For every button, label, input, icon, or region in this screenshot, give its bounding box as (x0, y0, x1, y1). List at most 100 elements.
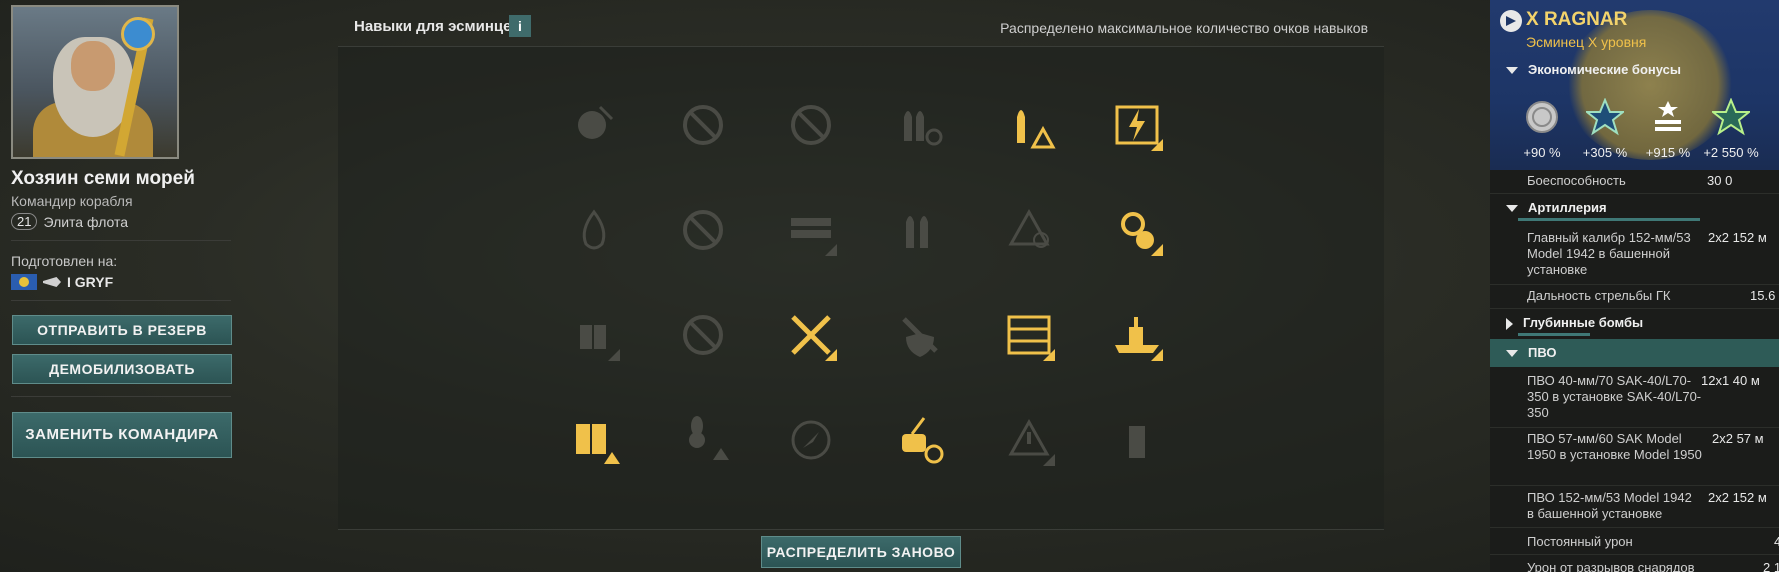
shell-warning-icon (1017, 110, 1056, 149)
replace-commander-button[interactable]: ЗАМЕНИТЬ КОМАНДИРА (12, 412, 232, 458)
shells-pair-icon (906, 216, 928, 248)
commander-portrait (11, 5, 179, 159)
commander-level-row: 21 Элита флота (11, 213, 128, 230)
stat-value: 2х2 57 м (1712, 431, 1764, 446)
commander-name: Хозяин семи морей (11, 168, 195, 189)
ship-name: X RAGNAR (1526, 9, 1628, 30)
stat-label: ПВО 152-мм/53 Model 1942 в башенной уста… (1527, 490, 1692, 521)
chevron-down-icon (1506, 67, 1518, 75)
warning-crosshair-icon (1008, 208, 1050, 248)
no-entry-icon (683, 105, 723, 145)
trained-ship-name: I GRYF (67, 274, 114, 290)
helm-propeller-skill[interactable] (1107, 200, 1167, 260)
aa-label: ПВО (1528, 345, 1557, 360)
bonus-free-xp: +2 550 % (1701, 97, 1761, 160)
skills-title: Навыки для эсминцев (354, 18, 521, 35)
radar-compass-skill[interactable] (781, 410, 841, 470)
stat-value: 4 (1774, 534, 1779, 549)
divider (11, 300, 231, 301)
economic-bonuses-header[interactable]: Экономические бонусы (1490, 58, 1779, 82)
demobilize-button[interactable]: ДЕМОБИЛИЗОВАТЬ (12, 354, 232, 384)
info-button[interactable]: i (509, 15, 531, 37)
grappling-gear-icon (578, 105, 614, 139)
grappling-gear-skill[interactable] (564, 95, 624, 155)
no-entry-skill[interactable] (673, 305, 733, 365)
bonus-value: +305 % (1582, 145, 1628, 160)
depth-charges-accent-line (1518, 333, 1590, 336)
divider (1490, 527, 1779, 528)
skill-corner-marker (608, 349, 620, 361)
skill-corner-marker (825, 244, 837, 256)
bonus-value: +90 % (1523, 145, 1561, 160)
trained-ship-row[interactable]: I GRYF (11, 274, 113, 290)
crossed-swords-skill[interactable] (781, 305, 841, 365)
chevron-down-icon (1506, 350, 1518, 358)
divider (1490, 485, 1779, 486)
torpedo-tubes-skill[interactable] (781, 200, 841, 260)
depth-charges-header[interactable]: Глубинные бомбы (1490, 311, 1779, 335)
flame-skill[interactable] (564, 200, 624, 260)
aa-header[interactable]: ПВО (1490, 339, 1779, 367)
no-entry-icon (683, 210, 723, 250)
stat-value: 2 1 (1763, 560, 1779, 572)
credits-icon (1526, 101, 1558, 133)
skill-corner-marker (825, 349, 837, 361)
bonus-value: +2 550 % (1703, 145, 1759, 160)
bonus-commander-xp: +915 % (1638, 98, 1698, 160)
bonus-star-xp: +305 % (1575, 97, 1635, 160)
ship-class: Эсминец X уровня (1526, 34, 1647, 50)
no-entry-skill[interactable] (673, 200, 733, 260)
warning-crosshair-skill[interactable] (999, 200, 1059, 260)
artillery-header[interactable]: Артиллерия (1490, 196, 1779, 220)
shell-warning-skill[interactable] (999, 95, 1059, 155)
divider (1490, 308, 1779, 309)
redistribute-button[interactable]: РАСПРЕДЕЛИТЬ ЗАНОВО (761, 536, 961, 568)
aa-guns-skill[interactable] (564, 305, 624, 365)
stat-value: 2х2 152 м (1708, 490, 1767, 505)
commander-level-title: Элита флота (43, 213, 129, 230)
shells-pair-skill[interactable] (890, 200, 950, 260)
shell-reload-skill[interactable] (890, 95, 950, 155)
torpedo-rack-skill[interactable] (999, 305, 1059, 365)
skill-corner-marker (1151, 244, 1163, 256)
ship-class-icon (1500, 10, 1522, 32)
commander-rank: Командир корабля (11, 193, 133, 209)
ship-silhouette-icon (1129, 426, 1145, 458)
stat-value: 30 0 (1707, 173, 1733, 188)
crossed-shield-skill[interactable] (890, 305, 950, 365)
send-to-reserve-button[interactable]: ОТПРАВИТЬ В РЕЗЕРВ (12, 315, 232, 345)
divider (1490, 427, 1779, 428)
skills-grid-panel (338, 46, 1384, 530)
flame-icon (582, 209, 606, 250)
nation-flag-icon (11, 274, 37, 290)
skill-corner-marker (1043, 454, 1055, 466)
depth-charges-label: Глубинные бомбы (1523, 315, 1644, 330)
commander-level-badge: 21 (11, 213, 38, 230)
stat-label: ПВО 40-мм/70 SAK-40/L70-350 в установке … (1527, 373, 1702, 420)
skills-status: Распределено максимальное количество очк… (1000, 20, 1368, 36)
stat-value: 15.6 (1750, 288, 1776, 303)
skill-corner-marker (1151, 139, 1163, 151)
economic-bonuses-label: Экономические бонусы (1528, 62, 1681, 77)
propeller-upgrade-skill[interactable] (673, 410, 733, 470)
battleship-skill[interactable] (1107, 305, 1167, 365)
ship-silhouette-skill[interactable] (1107, 410, 1167, 470)
warning-down-skill[interactable] (999, 410, 1059, 470)
commander-xp-icon (1655, 101, 1681, 131)
no-entry-icon (791, 105, 831, 145)
shell-reload-icon (904, 111, 943, 146)
chevron-right-icon (1506, 317, 1513, 330)
bonus-value: +915 % (1645, 145, 1691, 160)
aa-reload-skill[interactable] (890, 410, 950, 470)
radar-compass-icon (791, 420, 831, 460)
no-entry-skill[interactable] (781, 95, 841, 155)
no-entry-skill[interactable] (673, 95, 733, 155)
divider (1490, 284, 1779, 285)
ship-panel: X RAGNAR Эсминец X уровня Экономические … (1490, 0, 1779, 572)
lightning-hazard-skill[interactable] (1107, 95, 1167, 155)
stat-label: Урон от разрывов снарядов (1527, 560, 1695, 572)
aa-upgrade-skill[interactable] (564, 410, 624, 470)
divider (11, 240, 231, 241)
aa-upgrade-icon (576, 424, 620, 464)
divider (1490, 554, 1779, 555)
